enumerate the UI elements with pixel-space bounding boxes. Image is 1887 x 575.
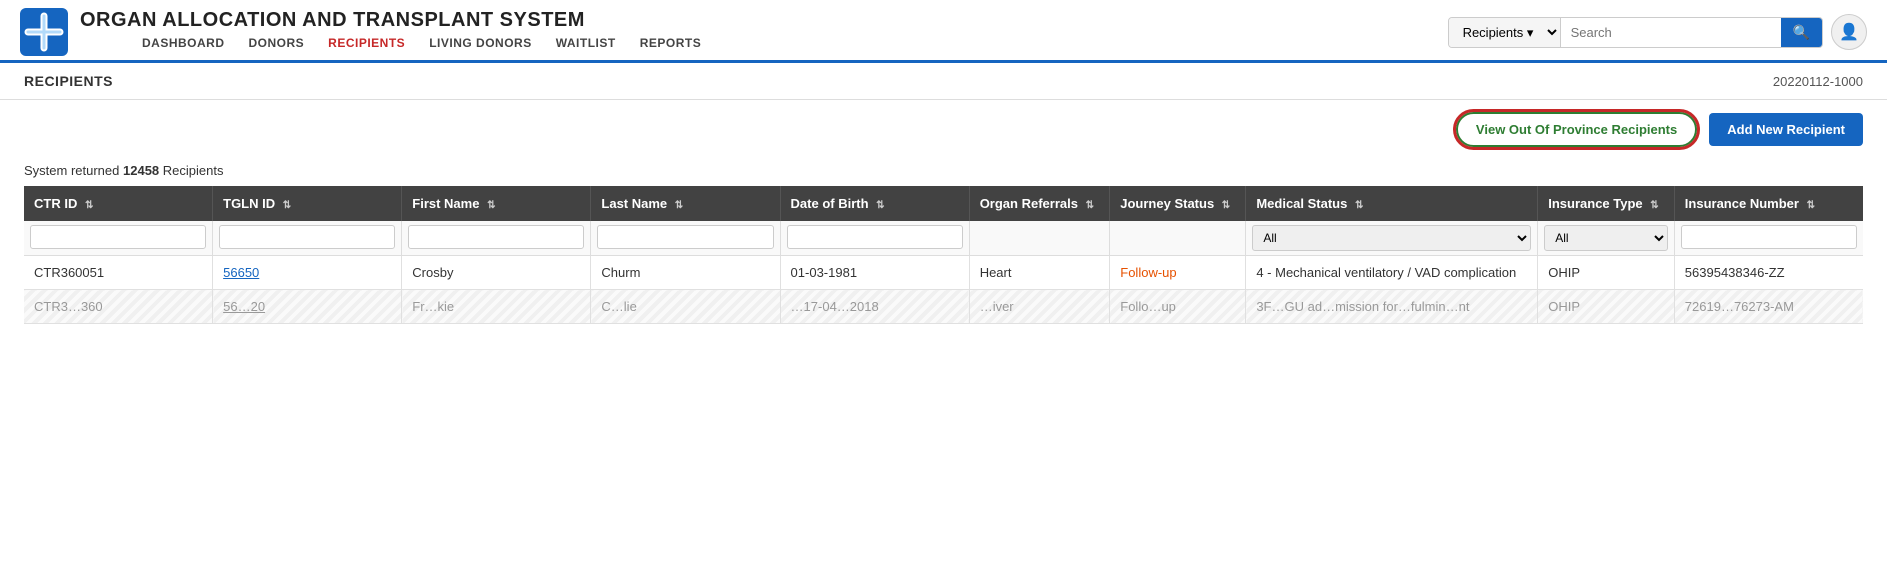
nav-bar: DASHBOARD DONORS RECIPIENTS LIVING DONORS WA… — [80, 32, 701, 56]
nav-item-reports[interactable]: REPORTS — [640, 36, 702, 50]
result-count: 12458 — [123, 163, 159, 178]
filter-insurance-type[interactable]: All — [1544, 225, 1668, 251]
top-bar: ORGAN ALLOCATION AND TRANSPLANT SYSTEM D… — [0, 0, 1887, 63]
filter-cell-first_name — [402, 221, 591, 256]
cell-ctr_id: CTR360051 — [24, 256, 213, 290]
recipients-table-wrapper: CTR ID ⇅TGLN ID ⇅First Name ⇅Last Name ⇅… — [0, 186, 1887, 324]
cell-medical_status: 3F…GU ad…mission for…fulmin…nt — [1246, 290, 1538, 324]
nav-item-waitlist[interactable]: WAITLIST — [556, 36, 616, 50]
sort-icon: ⇅ — [283, 200, 291, 211]
cell-insurance_type: OHIP — [1538, 290, 1675, 324]
col-header-first_name[interactable]: First Name ⇅ — [402, 186, 591, 221]
filter-cell-tgln_id — [213, 221, 402, 256]
result-summary: System returned 12458 Recipients — [0, 159, 1887, 186]
cell-last_name: C…lie — [591, 290, 780, 324]
recipients-table: CTR ID ⇅TGLN ID ⇅First Name ⇅Last Name ⇅… — [24, 186, 1863, 324]
filter-cell-medical_status: All — [1246, 221, 1538, 256]
filter-cell-last_name — [591, 221, 780, 256]
filter-input-last_name[interactable] — [597, 225, 773, 249]
user-menu-button[interactable]: 👤 — [1831, 14, 1867, 50]
cell-insurance_number: 72619…76273-AM — [1674, 290, 1863, 324]
filter-cell-insurance_type: All — [1538, 221, 1675, 256]
col-header-dob[interactable]: Date of Birth ⇅ — [780, 186, 969, 221]
table-header-row: CTR ID ⇅TGLN ID ⇅First Name ⇅Last Name ⇅… — [24, 186, 1863, 221]
header-top: ORGAN ALLOCATION AND TRANSPLANT SYSTEM D… — [20, 0, 1867, 60]
cell-last_name: Churm — [591, 256, 780, 290]
app-title-area: ORGAN ALLOCATION AND TRANSPLANT SYSTEM D… — [80, 9, 701, 56]
cell-dob: 01-03-1981 — [780, 256, 969, 290]
table-row: CTR3…36056…20Fr…kieC…lie…17-04…2018…iver… — [24, 290, 1863, 324]
search-bar: Recipients ▾ 🔍 — [1448, 17, 1823, 48]
add-new-recipient-button[interactable]: Add New Recipient — [1709, 113, 1863, 146]
result-summary-suffix: Recipients — [159, 163, 223, 178]
app-title: ORGAN ALLOCATION AND TRANSPLANT SYSTEM — [80, 9, 701, 32]
filter-input-first_name[interactable] — [408, 225, 584, 249]
action-bar: View Out Of Province Recipients Add New … — [0, 100, 1887, 159]
filter-cell-dob — [780, 221, 969, 256]
col-header-journey_status[interactable]: Journey Status ⇅ — [1110, 186, 1246, 221]
sort-icon: ⇅ — [876, 200, 884, 211]
cell-insurance_type: OHIP — [1538, 256, 1675, 290]
filter-input-insurance_number[interactable] — [1681, 225, 1857, 249]
sort-icon: ⇅ — [1222, 200, 1230, 211]
nav-item-dashboard[interactable]: DASHBOARD — [142, 36, 225, 50]
table-row: CTR36005156650CrosbyChurm01-03-1981Heart… — [24, 256, 1863, 290]
filter-cell-journey_status — [1110, 221, 1246, 256]
cell-first_name: Crosby — [402, 256, 591, 290]
page-title: RECIPIENTS — [24, 73, 113, 89]
filter-medical-status[interactable]: All — [1252, 225, 1531, 251]
cell-tgln_id[interactable]: 56…20 — [213, 290, 402, 324]
cell-ctr_id: CTR3…360 — [24, 290, 213, 324]
filter-cell-organ — [969, 221, 1110, 256]
col-header-tgln_id[interactable]: TGLN ID ⇅ — [213, 186, 402, 221]
nav-item-donors[interactable]: DONORS — [249, 36, 305, 50]
record-id: 20220112-1000 — [1773, 74, 1863, 89]
col-header-ctr_id[interactable]: CTR ID ⇅ — [24, 186, 213, 221]
col-header-insurance_type[interactable]: Insurance Type ⇅ — [1538, 186, 1675, 221]
col-header-last_name[interactable]: Last Name ⇅ — [591, 186, 780, 221]
cell-organ: …iver — [969, 290, 1110, 324]
nav-item-recipients[interactable]: RECIPIENTS — [328, 36, 405, 50]
filter-cell-ctr_id — [24, 221, 213, 256]
cell-organ: Heart — [969, 256, 1110, 290]
cell-insurance_number: 56395438346-ZZ — [1674, 256, 1863, 290]
filter-row: All All — [24, 221, 1863, 256]
logo-area: ORGAN ALLOCATION AND TRANSPLANT SYSTEM D… — [20, 8, 701, 56]
cell-tgln_id[interactable]: 56650 — [213, 256, 402, 290]
page-header: RECIPIENTS 20220112-1000 — [0, 63, 1887, 100]
cell-first_name: Fr…kie — [402, 290, 591, 324]
col-header-organ[interactable]: Organ Referrals ⇅ — [969, 186, 1110, 221]
sort-icon: ⇅ — [487, 200, 495, 211]
sort-icon: ⇅ — [675, 200, 683, 211]
filter-input-tgln_id[interactable] — [219, 225, 395, 249]
logo-icon — [20, 8, 68, 56]
sort-icon: ⇅ — [85, 200, 93, 211]
cell-medical_status: 4 - Mechanical ventilatory / VAD complic… — [1246, 256, 1538, 290]
table-body: All All CTR36005156650CrosbyChurm01-03-198… — [24, 221, 1863, 324]
view-out-of-province-button[interactable]: View Out Of Province Recipients — [1456, 112, 1697, 147]
nav-item-living-donors[interactable]: LIVING DONORS — [429, 36, 532, 50]
filter-cell-insurance_number — [1674, 221, 1863, 256]
col-header-medical_status[interactable]: Medical Status ⇅ — [1246, 186, 1538, 221]
search-category-dropdown[interactable]: Recipients ▾ — [1449, 18, 1561, 47]
cell-journey_status: Follow-up — [1110, 256, 1246, 290]
filter-input-dob[interactable] — [787, 225, 963, 249]
sort-icon: ⇅ — [1650, 200, 1658, 211]
col-header-insurance_number[interactable]: Insurance Number ⇅ — [1674, 186, 1863, 221]
filter-input-ctr_id[interactable] — [30, 225, 206, 249]
header-controls: Recipients ▾ 🔍 👤 — [1448, 14, 1867, 50]
sort-icon: ⇅ — [1355, 200, 1363, 211]
user-icon: 👤 — [1839, 22, 1859, 42]
cell-dob: …17-04…2018 — [780, 290, 969, 324]
sort-icon: ⇅ — [1086, 200, 1094, 211]
search-input[interactable] — [1561, 19, 1781, 46]
result-summary-prefix: System returned — [24, 163, 123, 178]
sort-icon: ⇅ — [1807, 200, 1815, 211]
search-button[interactable]: 🔍 — [1781, 18, 1822, 47]
cell-journey_status: Follo…up — [1110, 290, 1246, 324]
